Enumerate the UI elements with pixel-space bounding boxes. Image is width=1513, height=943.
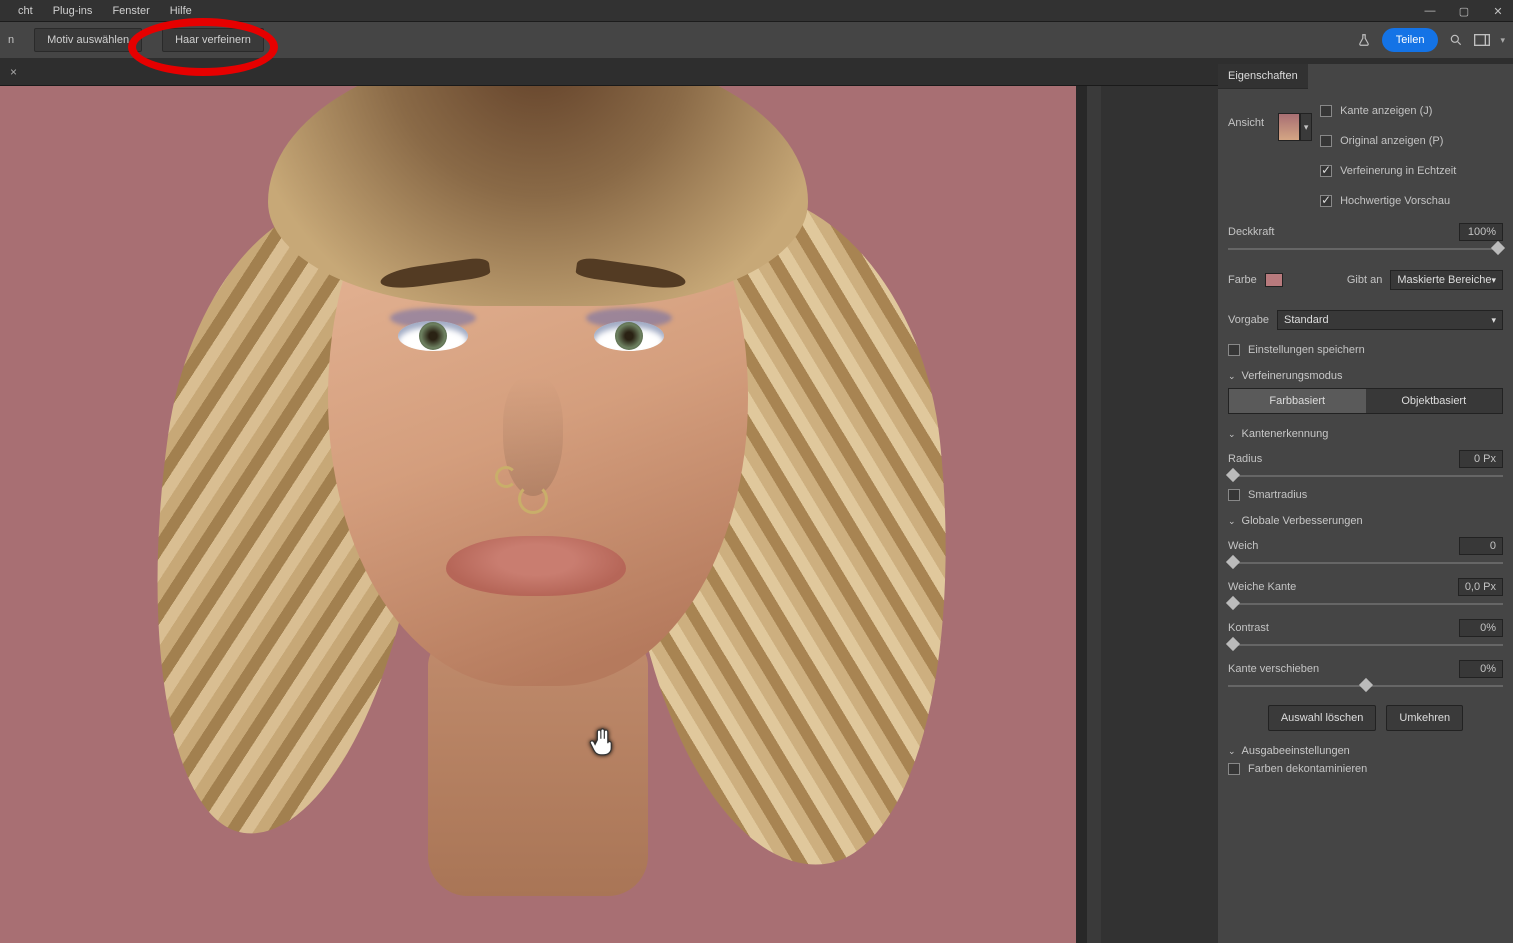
chevron-down-icon[interactable]: ▾	[1500, 35, 1505, 46]
view-thumbnail[interactable]	[1278, 113, 1300, 141]
hq-preview-checkbox[interactable]	[1320, 195, 1332, 207]
indicates-select[interactable]: Maskierte Bereiche▾	[1390, 270, 1503, 290]
show-original-checkbox[interactable]	[1320, 135, 1332, 147]
show-edge-label: Kante anzeigen (J)	[1340, 105, 1432, 117]
chevron-down-icon: ⌄	[1228, 746, 1236, 757]
chevron-down-icon: ⌄	[1228, 429, 1236, 440]
edge-detection-header[interactable]: ⌄Kantenerkennung	[1228, 428, 1503, 440]
menu-item-hilfe[interactable]: Hilfe	[160, 5, 202, 17]
smartradius-label: Smartradius	[1248, 489, 1307, 501]
show-edge-checkbox[interactable]	[1320, 105, 1332, 117]
workspace-icon[interactable]	[1474, 32, 1490, 48]
clear-selection-button[interactable]: Auswahl löschen	[1268, 705, 1377, 731]
select-subject-button[interactable]: Motiv auswählen	[34, 28, 142, 52]
save-settings-checkbox[interactable]	[1228, 344, 1240, 356]
refine-mode-header[interactable]: ⌄Verfeinerungsmodus	[1228, 370, 1503, 382]
show-original-label: Original anzeigen (P)	[1340, 135, 1443, 147]
tab-close-icon[interactable]: ×	[4, 65, 23, 79]
decontaminate-label: Farben dekontaminieren	[1248, 763, 1367, 775]
color-based-button[interactable]: Farbbasiert	[1229, 389, 1366, 413]
feather-value[interactable]: 0,0 Px	[1458, 578, 1503, 596]
shift-edge-value[interactable]: 0%	[1459, 660, 1503, 678]
global-refinements-header[interactable]: ⌄Globale Verbesserungen	[1228, 515, 1503, 527]
contrast-value[interactable]: 0%	[1459, 619, 1503, 637]
shift-edge-slider[interactable]	[1228, 681, 1503, 691]
object-based-button[interactable]: Objektbasiert	[1366, 389, 1503, 413]
smartradius-checkbox[interactable]	[1228, 489, 1240, 501]
indicates-label: Gibt an	[1347, 274, 1382, 286]
close-icon[interactable]: ✕	[1491, 5, 1505, 18]
contrast-label: Kontrast	[1228, 622, 1269, 634]
opacity-value[interactable]: 100%	[1459, 223, 1503, 241]
realtime-checkbox[interactable]	[1320, 165, 1332, 177]
radius-value[interactable]: 0 Px	[1459, 450, 1503, 468]
share-button[interactable]: Teilen	[1382, 28, 1439, 52]
opacity-slider[interactable]	[1228, 244, 1503, 254]
radius-label: Radius	[1228, 453, 1262, 465]
chevron-down-icon: ⌄	[1228, 371, 1236, 382]
flask-icon[interactable]	[1356, 32, 1372, 48]
color-swatch[interactable]	[1265, 273, 1283, 287]
feather-slider[interactable]	[1228, 599, 1503, 609]
chevron-down-icon: ▾	[1491, 315, 1496, 326]
window-controls: — ▢ ✕	[1423, 0, 1505, 22]
view-dropdown-button[interactable]: ▾	[1300, 113, 1312, 141]
color-label: Farbe	[1228, 274, 1257, 286]
opacity-label: Deckkraft	[1228, 226, 1274, 238]
invert-button[interactable]: Umkehren	[1386, 705, 1463, 731]
menu-item-fenster[interactable]: Fenster	[102, 5, 159, 17]
refine-hair-button[interactable]: Haar verfeinern	[162, 28, 264, 52]
save-settings-label: Einstellungen speichern	[1248, 344, 1365, 356]
preset-label: Vorgabe	[1228, 314, 1269, 326]
chevron-down-icon: ▾	[1491, 275, 1496, 286]
properties-panel: Eigenschaften Ansicht ▾ Kante anzeigen (…	[1218, 64, 1513, 943]
decontaminate-checkbox[interactable]	[1228, 763, 1240, 775]
left-trim-label: n	[8, 34, 14, 46]
menu-item-plugins[interactable]: Plug-ins	[43, 5, 103, 17]
minimize-icon[interactable]: —	[1423, 5, 1437, 17]
smooth-slider[interactable]	[1228, 558, 1503, 568]
canvas-area[interactable]	[0, 86, 1099, 943]
preset-select[interactable]: Standard▾	[1277, 310, 1503, 330]
hq-preview-label: Hochwertige Vorschau	[1340, 195, 1450, 207]
menu-bar: cht Plug-ins Fenster Hilfe — ▢ ✕	[0, 0, 1513, 22]
smooth-label: Weich	[1228, 540, 1258, 552]
chevron-down-icon: ⌄	[1228, 516, 1236, 527]
realtime-label: Verfeinerung in Echtzeit	[1340, 165, 1456, 177]
view-label: Ansicht	[1228, 117, 1264, 129]
shift-edge-label: Kante verschieben	[1228, 663, 1319, 675]
vertical-scrollbar[interactable]	[1087, 86, 1101, 943]
search-icon[interactable]	[1448, 32, 1464, 48]
option-bar: n Motiv auswählen Haar verfeinern Teilen…	[0, 22, 1513, 58]
output-settings-header[interactable]: ⌄Ausgabeeinstellungen	[1228, 745, 1503, 757]
radius-slider[interactable]	[1228, 471, 1503, 481]
contrast-slider[interactable]	[1228, 640, 1503, 650]
refine-mode-segment: Farbbasiert Objektbasiert	[1228, 388, 1503, 414]
smooth-value[interactable]: 0	[1459, 537, 1503, 555]
canvas-image	[0, 86, 1076, 943]
panel-title: Eigenschaften	[1218, 64, 1308, 89]
maximize-icon[interactable]: ▢	[1457, 5, 1471, 18]
feather-label: Weiche Kante	[1228, 581, 1296, 593]
chevron-down-icon: ▾	[1304, 122, 1309, 133]
menu-item-cht[interactable]: cht	[8, 5, 43, 17]
